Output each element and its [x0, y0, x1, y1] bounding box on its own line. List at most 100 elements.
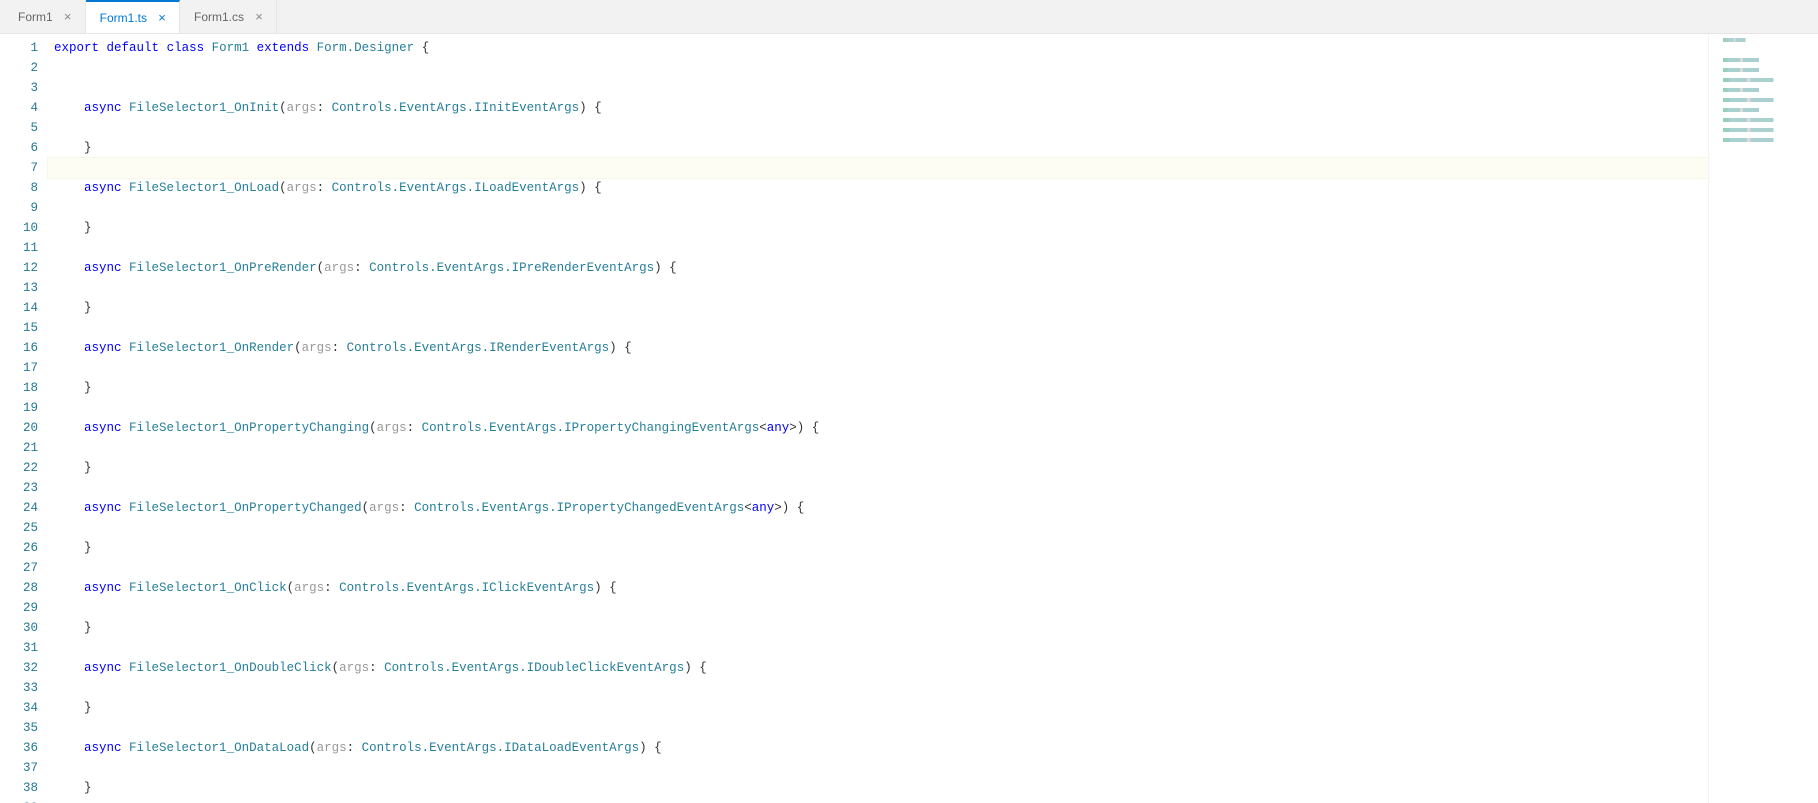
line-number: 21 — [0, 438, 38, 458]
line-number: 14 — [0, 298, 38, 318]
minimap[interactable] — [1708, 34, 1818, 803]
line-number: 31 — [0, 638, 38, 658]
code-line[interactable] — [48, 558, 1708, 578]
line-number: 20 — [0, 418, 38, 438]
tab-label: Form1.ts — [100, 11, 147, 25]
code-line[interactable]: } — [48, 458, 1708, 478]
code-line[interactable]: } — [48, 378, 1708, 398]
code-line[interactable] — [48, 678, 1708, 698]
minimap-row — [1723, 128, 1786, 132]
code-line[interactable] — [48, 358, 1708, 378]
line-number: 15 — [0, 318, 38, 338]
code-line[interactable] — [48, 158, 1708, 178]
code-line[interactable] — [48, 238, 1708, 258]
code-line[interactable]: } — [48, 138, 1708, 158]
line-number: 22 — [0, 458, 38, 478]
code-area[interactable]: export default class Form1 extends Form.… — [48, 34, 1708, 803]
code-editor: Form1×Form1.ts×Form1.cs× 123456789101112… — [0, 0, 1818, 803]
code-line[interactable] — [48, 318, 1708, 338]
line-number: 39 — [0, 798, 38, 803]
code-line[interactable] — [48, 398, 1708, 418]
code-line[interactable]: } — [48, 538, 1708, 558]
code-line[interactable]: } — [48, 618, 1708, 638]
line-number: 16 — [0, 338, 38, 358]
code-line[interactable] — [48, 638, 1708, 658]
line-number: 7 — [0, 158, 38, 178]
code-line[interactable]: async FileSelector1_OnClick(args: Contro… — [48, 578, 1708, 598]
code-line[interactable] — [48, 438, 1708, 458]
line-number: 28 — [0, 578, 38, 598]
line-number: 24 — [0, 498, 38, 518]
close-icon[interactable]: × — [252, 10, 266, 24]
code-line[interactable]: async FileSelector1_OnPropertyChanging(a… — [48, 418, 1708, 438]
minimap-row — [1723, 88, 1768, 92]
line-number: 13 — [0, 278, 38, 298]
line-number: 32 — [0, 658, 38, 678]
line-number: 34 — [0, 698, 38, 718]
code-line[interactable]: async FileSelector1_OnPropertyChanged(ar… — [48, 498, 1708, 518]
code-line[interactable] — [48, 718, 1708, 738]
code-line[interactable]: async FileSelector1_OnDataLoad(args: Con… — [48, 738, 1708, 758]
code-line[interactable] — [48, 78, 1708, 98]
minimap-row — [1723, 138, 1786, 142]
editor-body: 1234567891011121314151617181920212223242… — [0, 34, 1818, 803]
code-line[interactable] — [48, 798, 1708, 803]
code-line[interactable] — [48, 58, 1708, 78]
line-number: 30 — [0, 618, 38, 638]
line-number: 25 — [0, 518, 38, 538]
line-number: 29 — [0, 598, 38, 618]
line-number: 35 — [0, 718, 38, 738]
tab-label: Form1.cs — [194, 10, 244, 24]
line-number: 37 — [0, 758, 38, 778]
line-number-gutter: 1234567891011121314151617181920212223242… — [0, 34, 48, 803]
line-number: 18 — [0, 378, 38, 398]
code-line[interactable] — [48, 758, 1708, 778]
line-number: 12 — [0, 258, 38, 278]
tab-label: Form1 — [18, 10, 53, 24]
code-line[interactable] — [48, 518, 1708, 538]
minimap-row — [1723, 58, 1768, 62]
code-line[interactable]: async FileSelector1_OnRender(args: Contr… — [48, 338, 1708, 358]
code-line[interactable]: async FileSelector1_OnDoubleClick(args: … — [48, 658, 1708, 678]
line-number: 5 — [0, 118, 38, 138]
minimap-row — [1723, 48, 1804, 52]
code-line[interactable]: export default class Form1 extends Form.… — [48, 38, 1708, 58]
minimap-row — [1723, 98, 1786, 102]
editor-tab[interactable]: Form1.ts × — [86, 0, 180, 33]
editor-tab[interactable]: Form1.cs × — [180, 0, 277, 33]
line-number: 11 — [0, 238, 38, 258]
code-line[interactable]: async FileSelector1_OnPreRender(args: Co… — [48, 258, 1708, 278]
close-icon[interactable]: × — [61, 10, 75, 24]
minimap-row — [1723, 118, 1786, 122]
line-number: 6 — [0, 138, 38, 158]
line-number: 38 — [0, 778, 38, 798]
line-number: 9 — [0, 198, 38, 218]
line-number: 17 — [0, 358, 38, 378]
line-number: 33 — [0, 678, 38, 698]
line-number: 27 — [0, 558, 38, 578]
line-number: 19 — [0, 398, 38, 418]
code-line[interactable] — [48, 598, 1708, 618]
minimap-row — [1723, 68, 1768, 72]
editor-tab[interactable]: Form1 × — [4, 0, 86, 33]
code-line[interactable]: async FileSelector1_OnInit(args: Control… — [48, 98, 1708, 118]
minimap-row — [1723, 78, 1786, 82]
code-line[interactable] — [48, 478, 1708, 498]
code-line[interactable]: async FileSelector1_OnLoad(args: Control… — [48, 178, 1708, 198]
line-number: 4 — [0, 98, 38, 118]
line-number: 1 — [0, 38, 38, 58]
code-line[interactable]: } — [48, 698, 1708, 718]
code-line[interactable]: } — [48, 778, 1708, 798]
line-number: 36 — [0, 738, 38, 758]
line-number: 2 — [0, 58, 38, 78]
code-line[interactable] — [48, 118, 1708, 138]
code-line[interactable] — [48, 278, 1708, 298]
code-line[interactable] — [48, 198, 1708, 218]
code-line[interactable]: } — [48, 298, 1708, 318]
close-icon[interactable]: × — [155, 11, 169, 25]
minimap-row — [1723, 38, 1751, 42]
code-line[interactable]: } — [48, 218, 1708, 238]
minimap-row — [1723, 108, 1768, 112]
line-number: 26 — [0, 538, 38, 558]
line-number: 23 — [0, 478, 38, 498]
